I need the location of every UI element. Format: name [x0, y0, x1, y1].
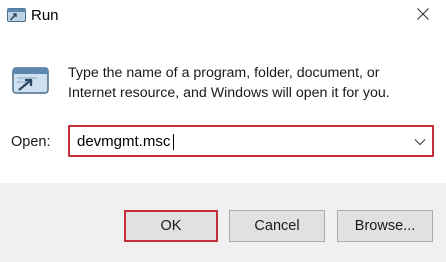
close-button[interactable]	[410, 3, 436, 29]
browse-button[interactable]: Browse...	[337, 210, 433, 242]
dropdown-button[interactable]	[412, 134, 428, 150]
text-caret	[173, 134, 174, 150]
cancel-button[interactable]: Cancel	[229, 210, 325, 242]
title-bar[interactable]: Run	[0, 0, 446, 33]
window-title: Run	[31, 7, 59, 24]
open-label: Open:	[11, 134, 51, 150]
run-dialog: Run Type the name of a program, folder, …	[0, 0, 446, 262]
run-icon	[11, 66, 51, 96]
close-icon	[416, 7, 430, 26]
chevron-down-icon	[414, 133, 426, 151]
open-input[interactable]	[77, 131, 397, 151]
run-description: Type the name of a program, folder, docu…	[68, 65, 390, 101]
button-bar: OK Cancel Browse...	[0, 183, 446, 262]
open-combobox[interactable]	[68, 125, 434, 157]
ok-button[interactable]: OK	[124, 210, 218, 242]
run-icon	[6, 7, 27, 23]
